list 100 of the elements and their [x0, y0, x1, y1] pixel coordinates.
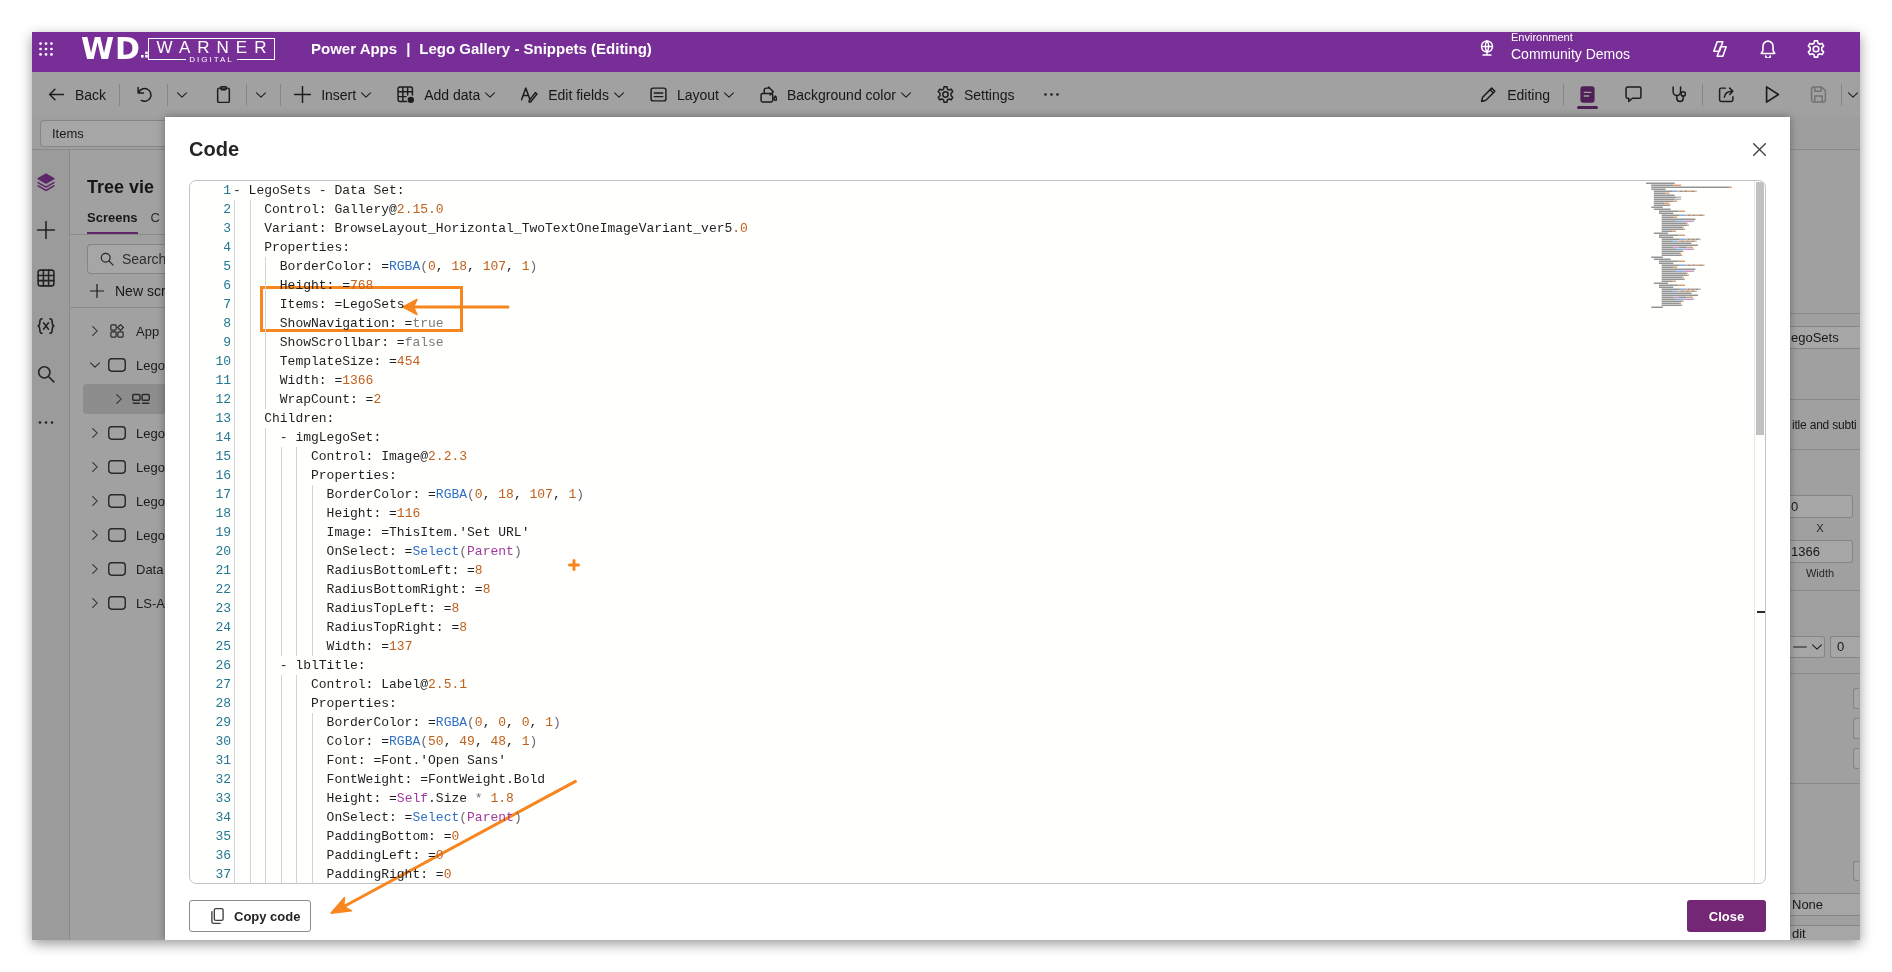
chevron-right-icon[interactable]	[92, 326, 98, 336]
logo-mark: WD	[81, 33, 141, 64]
input-field[interactable]	[1853, 718, 1859, 739]
environment-label: Environment	[1511, 32, 1574, 43]
chevron-right-icon[interactable]	[92, 428, 98, 438]
layers-icon[interactable]	[37, 173, 55, 191]
comment-icon[interactable]	[1624, 86, 1642, 103]
screen-icon	[108, 358, 126, 372]
globe-icon[interactable]	[1479, 40, 1495, 56]
code-line: Control: Gallery@2.15.0	[264, 201, 444, 219]
chevron-down-icon[interactable]	[256, 91, 267, 98]
more-icon[interactable]	[1043, 93, 1059, 96]
tree-item[interactable]: Lego	[83, 350, 165, 380]
search-icon	[100, 252, 114, 266]
panel-title: Tree vie	[87, 176, 155, 198]
scrollbar-thumb[interactable]	[1756, 182, 1764, 435]
line-number: 32	[215, 772, 231, 787]
line-number: 28	[215, 696, 231, 711]
new-screen-button[interactable]: New scr	[70, 280, 165, 302]
environment-name[interactable]: Community Demos	[1511, 47, 1631, 62]
toolbar-button[interactable]: Layout	[636, 78, 747, 111]
code-line: Width: =137	[326, 638, 413, 656]
more-icon[interactable]	[38, 420, 54, 424]
line-number: 8	[223, 316, 231, 331]
line-number: 1	[223, 183, 231, 198]
tree-item[interactable]	[83, 384, 165, 414]
input-field[interactable]: dit	[1790, 924, 1860, 940]
search-icon[interactable]	[37, 365, 55, 383]
code-line: Color: =RGBA(50, 49, 48, 1)	[326, 733, 538, 751]
bell-icon[interactable]	[1759, 39, 1777, 58]
line-number: 12	[215, 392, 231, 407]
line-number: 37	[215, 867, 231, 882]
property-dropdown[interactable]: Items	[40, 119, 165, 147]
code-line: Width: =1366	[279, 372, 374, 390]
dots-grid-icon[interactable]	[39, 41, 53, 56]
input-field[interactable]: 1366	[1790, 540, 1853, 563]
input-field[interactable]: egoSets	[1790, 326, 1860, 349]
toolbar-button[interactable]: Editing	[1467, 78, 1563, 111]
plus-icon	[568, 559, 580, 571]
toolbar-button[interactable]: Background color	[746, 78, 924, 111]
document-title: Lego Gallery - Snippets (Editing)	[419, 40, 652, 57]
variables-icon[interactable]	[37, 317, 55, 335]
input-field[interactable]	[1853, 748, 1859, 769]
share-icon[interactable]	[1717, 86, 1735, 103]
table-icon[interactable]	[37, 269, 55, 287]
input-field[interactable]	[1853, 688, 1859, 709]
tree-item[interactable]: App	[83, 316, 165, 346]
copy-code-button[interactable]: Copy code	[189, 900, 311, 932]
field-label: X	[1815, 521, 1825, 535]
chevron-down-icon[interactable]	[90, 362, 100, 368]
input-field[interactable]: None	[1790, 892, 1860, 916]
input-field[interactable]	[1853, 861, 1859, 881]
line-style-dropdown[interactable]	[1790, 636, 1825, 658]
play-icon[interactable]	[1763, 86, 1781, 103]
line-number: 11	[215, 373, 231, 388]
input-field[interactable]: 0	[1790, 495, 1853, 518]
input-field[interactable]: 0	[1830, 636, 1860, 658]
code-line: Height: =Self.Size * 1.8	[326, 790, 514, 808]
toolbar-button[interactable]: Back	[35, 78, 120, 111]
tree-item[interactable]: Lego	[83, 452, 165, 482]
tree-item[interactable]: Data	[83, 554, 165, 584]
notebook-icon[interactable]	[1578, 86, 1596, 103]
search-field[interactable]: Search	[87, 244, 165, 274]
tree-item[interactable]: LS-A	[83, 588, 165, 618]
plus-icon[interactable]	[37, 221, 55, 239]
chevron-right-icon[interactable]	[92, 462, 98, 472]
chevron-right-icon[interactable]	[92, 564, 98, 574]
code-line: RadiusBottomLeft: =8	[326, 562, 483, 580]
chevron-right-icon[interactable]	[92, 598, 98, 608]
code-line: Children:	[264, 410, 335, 428]
code-line: Variant: BrowseLayout_Horizontal_TwoTextOneImageVariant_ver5.0	[264, 220, 748, 238]
toolbar-button[interactable]: Edit fields	[508, 78, 637, 111]
line-number: 25	[215, 639, 231, 654]
code-line: Control: Image@2.2.3	[311, 448, 468, 466]
toolbar-button[interactable]: Add data	[384, 78, 509, 111]
code-line: Properties:	[311, 695, 397, 713]
tree-item[interactable]: Lego	[83, 418, 165, 448]
chevron-down-icon[interactable]	[177, 91, 188, 98]
toolbar-button[interactable]: Settings	[923, 78, 1028, 111]
toolbar-button[interactable]: Insert	[281, 78, 385, 111]
code-line: RadiusTopLeft: =8	[326, 600, 460, 618]
tree-item[interactable]: Lego	[83, 486, 165, 516]
option-label: itle and subti	[1791, 417, 1858, 433]
chevron-right-icon[interactable]	[92, 496, 98, 506]
code-line: PaddingBottom: =0	[326, 828, 460, 846]
clipboard-icon[interactable]	[215, 86, 233, 103]
overlapping-shapes-icon[interactable]	[1711, 39, 1729, 58]
tab[interactable]: C	[150, 210, 160, 234]
line-number: 27	[215, 677, 231, 692]
tree-item[interactable]: Lego	[83, 520, 165, 550]
chevron-down-icon[interactable]	[1848, 91, 1858, 98]
close-button[interactable]: Close	[1687, 900, 1766, 932]
chevron-right-icon[interactable]	[92, 530, 98, 540]
undo-icon[interactable]	[136, 86, 154, 103]
stethoscope-icon[interactable]	[1670, 86, 1688, 103]
settings-icon[interactable]	[1807, 39, 1825, 58]
line-number: 2	[223, 202, 231, 217]
tab[interactable]: Screens	[87, 210, 138, 234]
chevron-right-icon[interactable]	[116, 394, 122, 404]
close-icon[interactable]	[1753, 142, 1766, 156]
